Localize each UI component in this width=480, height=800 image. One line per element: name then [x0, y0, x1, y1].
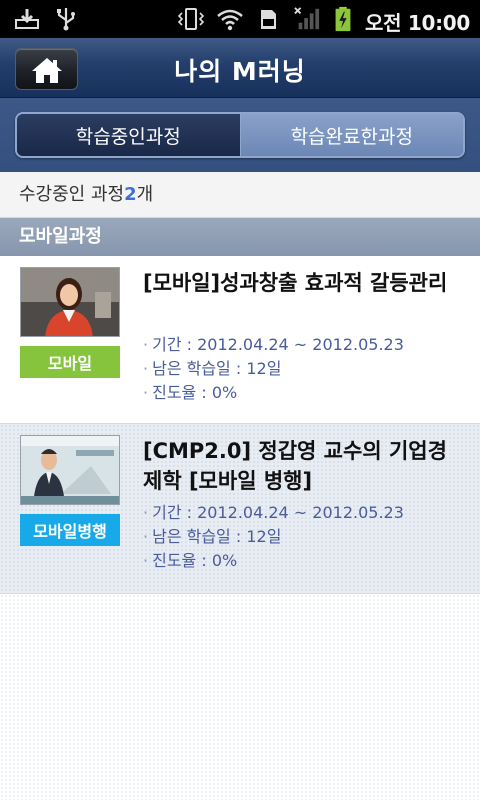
- wifi-icon: [217, 9, 243, 31]
- progress-label: 진도율 :: [152, 383, 212, 402]
- course-count-bar: 수강중인 과정2개: [0, 172, 480, 218]
- tab-in-progress[interactable]: 학습중인과정: [17, 114, 241, 156]
- course-title[interactable]: [CMP2.0] 정갑영 교수의 기업경제학 [모바일 병행]: [143, 436, 463, 496]
- remaining-label: 남은 학습일 :: [152, 527, 247, 546]
- progress-label: 진도율 :: [152, 551, 212, 570]
- status-bar: 오전 10:00: [0, 0, 480, 38]
- course-period: · 기간 : 2012.04.24 ~ 2012.05.23: [143, 335, 404, 354]
- section-header: 모바일과정: [0, 218, 480, 256]
- period-label: 기간 :: [152, 335, 198, 354]
- course-list: 모바일 [모바일]성과창출 효과적 갈등관리 · 기간 : 2012.04.24 …: [0, 256, 480, 594]
- course-title[interactable]: [모바일]성과창출 효과적 갈등관리: [143, 268, 463, 298]
- course-progress: · 진도율 : 0%: [143, 383, 238, 402]
- remaining-label: 남은 학습일 :: [152, 359, 247, 378]
- progress-value: 0%: [211, 551, 238, 570]
- tab-completed[interactable]: 학습완료한과정: [240, 114, 463, 156]
- course-type-badge: 모바일: [20, 346, 120, 378]
- usb-icon: [57, 8, 75, 31]
- download-icon: [15, 9, 39, 29]
- count-suffix: 개: [136, 184, 154, 205]
- remaining-value: 12일: [246, 359, 282, 378]
- course-thumbnail[interactable]: [20, 435, 120, 505]
- period-value: 2012.04.24 ~ 2012.05.23: [197, 335, 404, 354]
- course-item[interactable]: 모바일 [모바일]성과창출 효과적 갈등관리 · 기간 : 2012.04.24 …: [0, 256, 480, 424]
- sd-card-icon: [261, 10, 276, 29]
- course-remaining: · 남은 학습일 : 12일: [143, 359, 282, 378]
- battery-charging-icon: [335, 6, 351, 32]
- count-prefix: 수강중인 과정: [19, 184, 125, 205]
- period-label: 기간 :: [152, 503, 198, 522]
- tab-area: 학습중인과정 학습완료한과정: [0, 98, 480, 172]
- empty-list-area: [0, 594, 480, 800]
- course-item[interactable]: 모바일병행 [CMP2.0] 정갑영 교수의 기업경제학 [모바일 병행] · 기…: [0, 424, 480, 594]
- tab-group: 학습중인과정 학습완료한과정: [15, 112, 465, 158]
- course-type-badge: 모바일병행: [20, 514, 120, 546]
- course-remaining: · 남은 학습일 : 12일: [143, 527, 282, 546]
- clock: 오전 10:00: [364, 11, 470, 35]
- title-bar: 나의 M러닝: [0, 38, 480, 98]
- progress-value: 0%: [211, 383, 238, 402]
- remaining-value: 12일: [246, 527, 282, 546]
- course-thumbnail[interactable]: [20, 267, 120, 337]
- signal-icon: [294, 7, 320, 30]
- vibrate-icon: [177, 8, 205, 30]
- course-count: 2: [124, 184, 137, 205]
- period-value: 2012.04.24 ~ 2012.05.23: [197, 503, 404, 522]
- course-progress: · 진도율 : 0%: [143, 551, 238, 570]
- page-title: 나의 M러닝: [174, 57, 306, 86]
- course-period: · 기간 : 2012.04.24 ~ 2012.05.23: [143, 503, 404, 522]
